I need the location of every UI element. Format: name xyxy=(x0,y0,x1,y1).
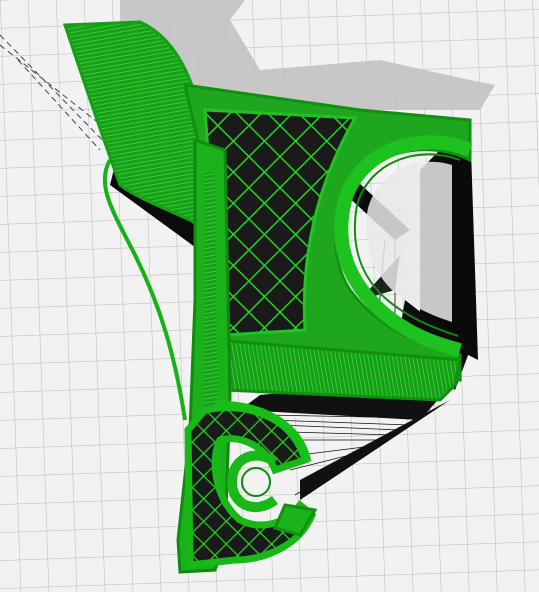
preview-canvas[interactable] xyxy=(0,0,539,592)
3d-preview-viewport[interactable] xyxy=(0,0,539,592)
clip-hole xyxy=(241,467,271,497)
